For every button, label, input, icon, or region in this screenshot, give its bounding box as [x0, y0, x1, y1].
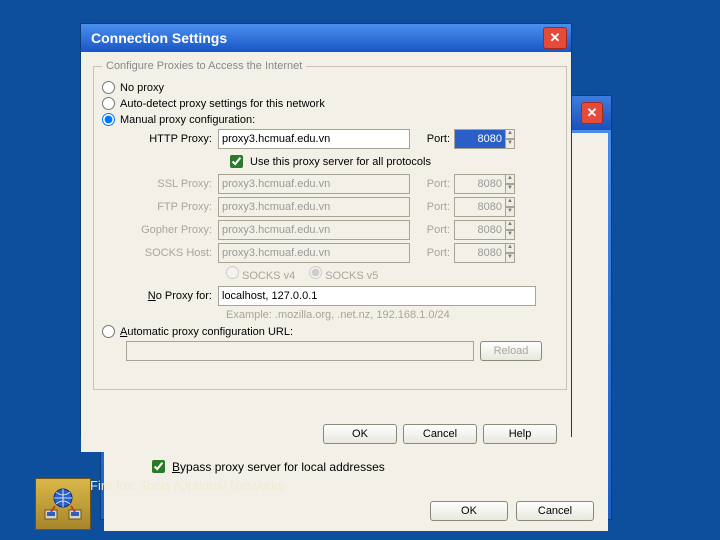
auto-url-input: [126, 341, 474, 361]
manual-section: HTTP Proxy: Port: ▲▼ Use this proxy serv…: [120, 129, 558, 321]
proxy-group: Configure Proxies to Access the Internet…: [93, 60, 567, 390]
lan-cancel-button[interactable]: Cancel: [516, 501, 594, 521]
radio-auto-url-input[interactable]: [102, 325, 115, 338]
ssl-host-input: [218, 174, 410, 194]
connection-settings-dialog: Connection Settings ✕ Configure Proxies …: [80, 23, 572, 437]
use-all-checkbox[interactable]: [230, 155, 243, 168]
lan-button-row: OK Cancel: [430, 501, 594, 521]
gopher-port-spinner: ▲▼: [505, 220, 515, 240]
reload-button: Reload: [480, 341, 542, 361]
noproxy-label: No Proxy for:: [120, 290, 218, 302]
socks-v4-radio: SOCKS v4: [226, 266, 295, 282]
gopher-port-label: Port:: [410, 224, 454, 236]
socks-row: SOCKS Host: Port: ▲▼: [120, 243, 558, 263]
gopher-host-input: [218, 220, 410, 240]
radio-manual-label: Manual proxy configuration:: [120, 114, 255, 126]
ftp-host-input: [218, 197, 410, 217]
conn-titlebar[interactable]: Connection Settings ✕: [81, 24, 571, 52]
radio-manual[interactable]: Manual proxy configuration:: [102, 113, 558, 126]
use-all-label: Use this proxy server for all protocols: [250, 156, 431, 168]
socks-v5-radio: SOCKS v5: [309, 266, 378, 282]
radio-auto-detect-input[interactable]: [102, 97, 115, 110]
radio-auto-detect[interactable]: Auto-detect proxy settings for this netw…: [102, 97, 558, 110]
cancel-button[interactable]: Cancel: [403, 424, 477, 444]
radio-manual-input[interactable]: [102, 113, 115, 126]
http-row: HTTP Proxy: Port: ▲▼: [120, 129, 558, 149]
bypass-label: BBypass proxy server for local addresses…: [172, 460, 385, 474]
radio-no-proxy-label: No proxy: [120, 82, 164, 94]
conn-button-row: OK Cancel Help: [323, 424, 557, 444]
conn-title: Connection Settings: [91, 30, 227, 46]
ssl-row: SSL Proxy: Port: ▲▼: [120, 174, 558, 194]
radio-no-proxy-input[interactable]: [102, 81, 115, 94]
lan-close-button[interactable]: ✕: [581, 102, 603, 124]
radio-auto-url-label: Automatic proxy configuration URL:: [120, 326, 293, 338]
socks-port-spinner: ▲▼: [505, 243, 515, 263]
http-port-label: Port:: [410, 133, 454, 145]
http-port-input[interactable]: [454, 129, 506, 149]
ssl-port-spinner: ▲▼: [505, 174, 515, 194]
ok-button[interactable]: OK: [323, 424, 397, 444]
socks-port-label: Port:: [410, 247, 454, 259]
socks-label: SOCKS Host:: [120, 247, 218, 259]
ftp-port-label: Port:: [410, 201, 454, 213]
lan-ok-button[interactable]: OK: [430, 501, 508, 521]
socks-version-row: SOCKS v4 SOCKS v5: [226, 266, 558, 282]
radio-auto-detect-label: Auto-detect proxy settings for this netw…: [120, 98, 325, 110]
noproxy-example: Example: .mozilla.org, .net.nz, 192.168.…: [226, 309, 558, 321]
noproxy-input[interactable]: [218, 286, 536, 306]
bypass-checkbox-row[interactable]: BBypass proxy server for local addresses…: [148, 457, 385, 476]
ftp-port-spinner: ▲▼: [505, 197, 515, 217]
help-button[interactable]: Help: [483, 424, 557, 444]
socks-host-input: [218, 243, 410, 263]
http-host-input[interactable]: [218, 129, 410, 149]
use-all-checkbox-row[interactable]: Use this proxy server for all protocols: [226, 152, 558, 171]
gopher-port-input: [454, 220, 506, 240]
ftp-label: FTP Proxy:: [120, 201, 218, 213]
bypass-checkbox[interactable]: [152, 460, 165, 473]
ssl-port-input: [454, 174, 506, 194]
gopher-label: Gopher Proxy:: [120, 224, 218, 236]
close-button[interactable]: ✕: [543, 27, 567, 49]
http-port-spinner[interactable]: ▲▼: [505, 129, 515, 149]
ssl-port-label: Port:: [410, 178, 454, 190]
ssl-label: SSL Proxy:: [120, 178, 218, 190]
auto-url-row: Reload: [120, 341, 558, 361]
network-icon: [35, 478, 91, 530]
gopher-row: Gopher Proxy: Port: ▲▼: [120, 220, 558, 240]
noproxy-row: No Proxy for:: [120, 286, 558, 306]
radio-no-proxy[interactable]: No proxy: [102, 81, 558, 94]
conn-body: Configure Proxies to Access the Internet…: [81, 52, 571, 452]
socks-port-input: [454, 243, 506, 263]
http-label: HTTP Proxy:: [120, 133, 218, 145]
group-legend: Configure Proxies to Access the Internet: [102, 60, 306, 72]
ftp-port-input: [454, 197, 506, 217]
slide-caption: Fire fox: Tools /Options/ Networks: [90, 478, 284, 493]
radio-auto-url[interactable]: Automatic proxy configuration URL:: [102, 325, 558, 338]
ftp-row: FTP Proxy: Port: ▲▼: [120, 197, 558, 217]
